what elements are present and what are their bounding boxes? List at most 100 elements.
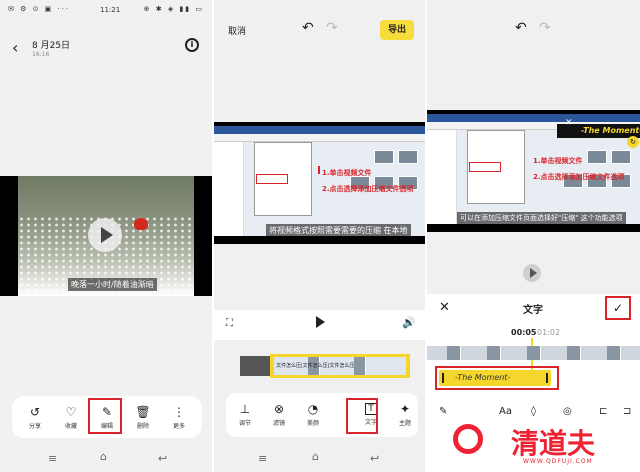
- timeline-strip[interactable]: 文件怎么压|文件怎么压|文件怎么压: [240, 354, 410, 378]
- undo-icon[interactable]: ↶: [515, 20, 527, 36]
- beauty-icon: ◔: [307, 402, 319, 416]
- clip-frame: [354, 357, 366, 375]
- watermark-url: WWW.QDFUJI.COM: [523, 458, 593, 465]
- status-bar: ✉ ⚙ ⊙ ▣ ··· 11:21 ⊕ ✱ ◈ ▮▮ ▭: [0, 0, 212, 18]
- status-left-icons: ✉ ⚙ ⊙ ▣ ···: [8, 5, 71, 13]
- current-time: 00:05: [511, 328, 537, 337]
- cancel-button[interactable]: 取消: [228, 24, 246, 37]
- close-icon[interactable]: ✕: [439, 300, 450, 315]
- favorite-label: 收藏: [64, 423, 77, 430]
- theme-icon: ✦: [399, 402, 411, 416]
- adjust-button[interactable]: ⊥ 调节: [228, 402, 262, 427]
- align-right-icon[interactable]: ⊐: [623, 406, 631, 417]
- more-icon: ⋮: [173, 405, 185, 419]
- photo-time: 16:16: [32, 51, 50, 58]
- gallery-detail-panel: ✉ ⚙ ⊙ ▣ ··· 11:21 ⊕ ✱ ◈ ▮▮ ▭ ‹ 8 月25日 16…: [0, 0, 212, 472]
- red-flower: [134, 218, 148, 230]
- filter-label: 滤镜: [272, 420, 285, 427]
- ss-thumb: [398, 150, 418, 164]
- tutorial-screenshot: 1.单击视频文件 2.点击选择添加压缩文件选项 将视频格式按照需要需要的压缩 在…: [214, 126, 425, 236]
- font-icon[interactable]: Aa: [499, 406, 512, 417]
- tutorial-screenshot: -The Moment- ✕ ↻ 1.单击视频文件 2.点击选择添加压缩文件选项…: [427, 114, 640, 224]
- ss-arrow: [318, 166, 320, 174]
- text-editor-panel: ↶ ↷ -The Moment- ✕ ↻ 1.单击视频文件 2.点击选择添加压缩…: [427, 0, 640, 472]
- undo-icon[interactable]: ↶: [302, 20, 314, 36]
- favorite-button[interactable]: ♡ 收藏: [54, 405, 88, 430]
- selected-clip[interactable]: 文件怎么压|文件怎么压|文件怎么压: [270, 354, 410, 378]
- play-icon[interactable]: [316, 316, 325, 328]
- logo-q-icon: [453, 424, 483, 454]
- ss-sidebar: [214, 142, 244, 236]
- editor-preview: 1.单击视频文件 2.点击选择添加压缩文件选项 将视频格式按照需要需要的压缩 在…: [214, 122, 425, 244]
- ss-sidebar: [427, 130, 457, 224]
- play-icon[interactable]: [523, 264, 541, 282]
- ss-menu-highlight: [469, 162, 501, 172]
- delete-label: 删除: [136, 423, 149, 430]
- edit-highlight: [88, 398, 122, 434]
- fullscreen-icon[interactable]: ⛶: [226, 318, 233, 329]
- video-subtitle: 晚落一小时/随着油渐暗: [68, 278, 157, 291]
- effect-icon[interactable]: ◎: [563, 406, 572, 417]
- adjust-icon: ⊥: [239, 402, 251, 416]
- video-track[interactable]: [427, 346, 640, 360]
- total-time: 01:02: [537, 328, 561, 337]
- ss-thumb: [374, 150, 394, 164]
- screenshot-subtitle: 将视频格式按照需要需要的压缩 在本地: [266, 224, 411, 236]
- theme-label: 主题: [398, 420, 411, 427]
- export-button[interactable]: 导出: [380, 20, 414, 40]
- clip-frame: [567, 346, 581, 360]
- play-triangle: [530, 268, 537, 278]
- share-label: 分享: [28, 423, 41, 430]
- rotate-icon[interactable]: ↻: [627, 136, 639, 148]
- beauty-button[interactable]: ◔ 美颜: [296, 402, 330, 427]
- share-button[interactable]: ↺ 分享: [18, 405, 52, 430]
- edit-tools: ⊥ 调节 ⊗ 滤镜 ◔ 美颜 T 文字 ✦ 主题: [226, 393, 418, 437]
- back-nav-icon[interactable]: ↩: [370, 452, 379, 465]
- menu-nav-icon[interactable]: ≡: [258, 452, 267, 465]
- ss-titlebar: [427, 114, 640, 122]
- moment-title: -The Moment-: [581, 126, 640, 135]
- more-label: 更多: [172, 423, 185, 430]
- back-nav-icon[interactable]: ↩: [158, 452, 167, 465]
- close-text-icon[interactable]: ✕: [565, 118, 573, 128]
- playback-bar: ⛶ 🔊: [214, 310, 425, 340]
- redo-icon[interactable]: ↷: [539, 20, 551, 36]
- screen: ✉ ⚙ ⊙ ▣ ··· 11:21 ⊕ ✱ ◈ ▮▮ ▭ ‹ 8 月25日 16…: [0, 0, 640, 472]
- redo-icon[interactable]: ↷: [326, 20, 338, 36]
- clip-label: 文件怎么压|文件怎么压|文件怎么压: [276, 363, 355, 369]
- text-highlight: [346, 398, 378, 434]
- filter-button[interactable]: ⊗ 滤镜: [262, 402, 296, 427]
- play-icon[interactable]: [88, 218, 122, 252]
- watermark-logo: 清道夫 WWW.QDFUJI.COM: [453, 424, 640, 472]
- watermark-name: 清道夫: [511, 427, 596, 460]
- menu-nav-icon[interactable]: ≡: [48, 452, 57, 465]
- text-panel-title: 文字: [523, 305, 543, 316]
- home-nav-icon[interactable]: ⌂: [100, 450, 107, 463]
- step1-annotation: 1.单击视频文件: [322, 169, 372, 177]
- ss-thumb: [587, 150, 607, 164]
- filter-icon: ⊗: [273, 402, 285, 416]
- clip-frame: [447, 346, 461, 360]
- video-preview[interactable]: 晚落一小时/随着油渐暗: [0, 176, 212, 296]
- edit-text-icon[interactable]: ✎: [439, 406, 447, 417]
- beauty-label: 美颜: [306, 420, 319, 427]
- status-time: 11:21: [100, 6, 121, 14]
- theme-button[interactable]: ✦ 主题: [388, 402, 422, 427]
- style-icon[interactable]: ◊: [531, 406, 536, 417]
- heart-icon: ♡: [65, 405, 77, 419]
- share-icon: ↺: [29, 405, 41, 419]
- status-right-icons: ⊕ ✱ ◈ ▮▮ ▭: [143, 5, 204, 13]
- align-left-icon[interactable]: ⊏: [599, 406, 607, 417]
- back-arrow-icon[interactable]: ‹: [12, 38, 18, 57]
- ss-thumb: [611, 150, 631, 164]
- confirm-check-icon[interactable]: ✓: [605, 296, 631, 320]
- more-button[interactable]: ⋮ 更多: [162, 405, 196, 430]
- delete-button[interactable]: 🗑 删除: [126, 405, 160, 430]
- home-nav-icon[interactable]: ⌂: [312, 450, 319, 463]
- volume-icon[interactable]: 🔊: [402, 316, 416, 329]
- ss-ribbon: [214, 134, 425, 142]
- video-editor-panel: 取消 ↶ ↷ 导出 1.单击视频文件 2.点击选择添加压缩文件选项 将视频格式按…: [214, 0, 425, 472]
- info-icon[interactable]: i: [185, 38, 199, 52]
- clip-frame: [487, 346, 501, 360]
- text-clip-highlight: [435, 366, 559, 390]
